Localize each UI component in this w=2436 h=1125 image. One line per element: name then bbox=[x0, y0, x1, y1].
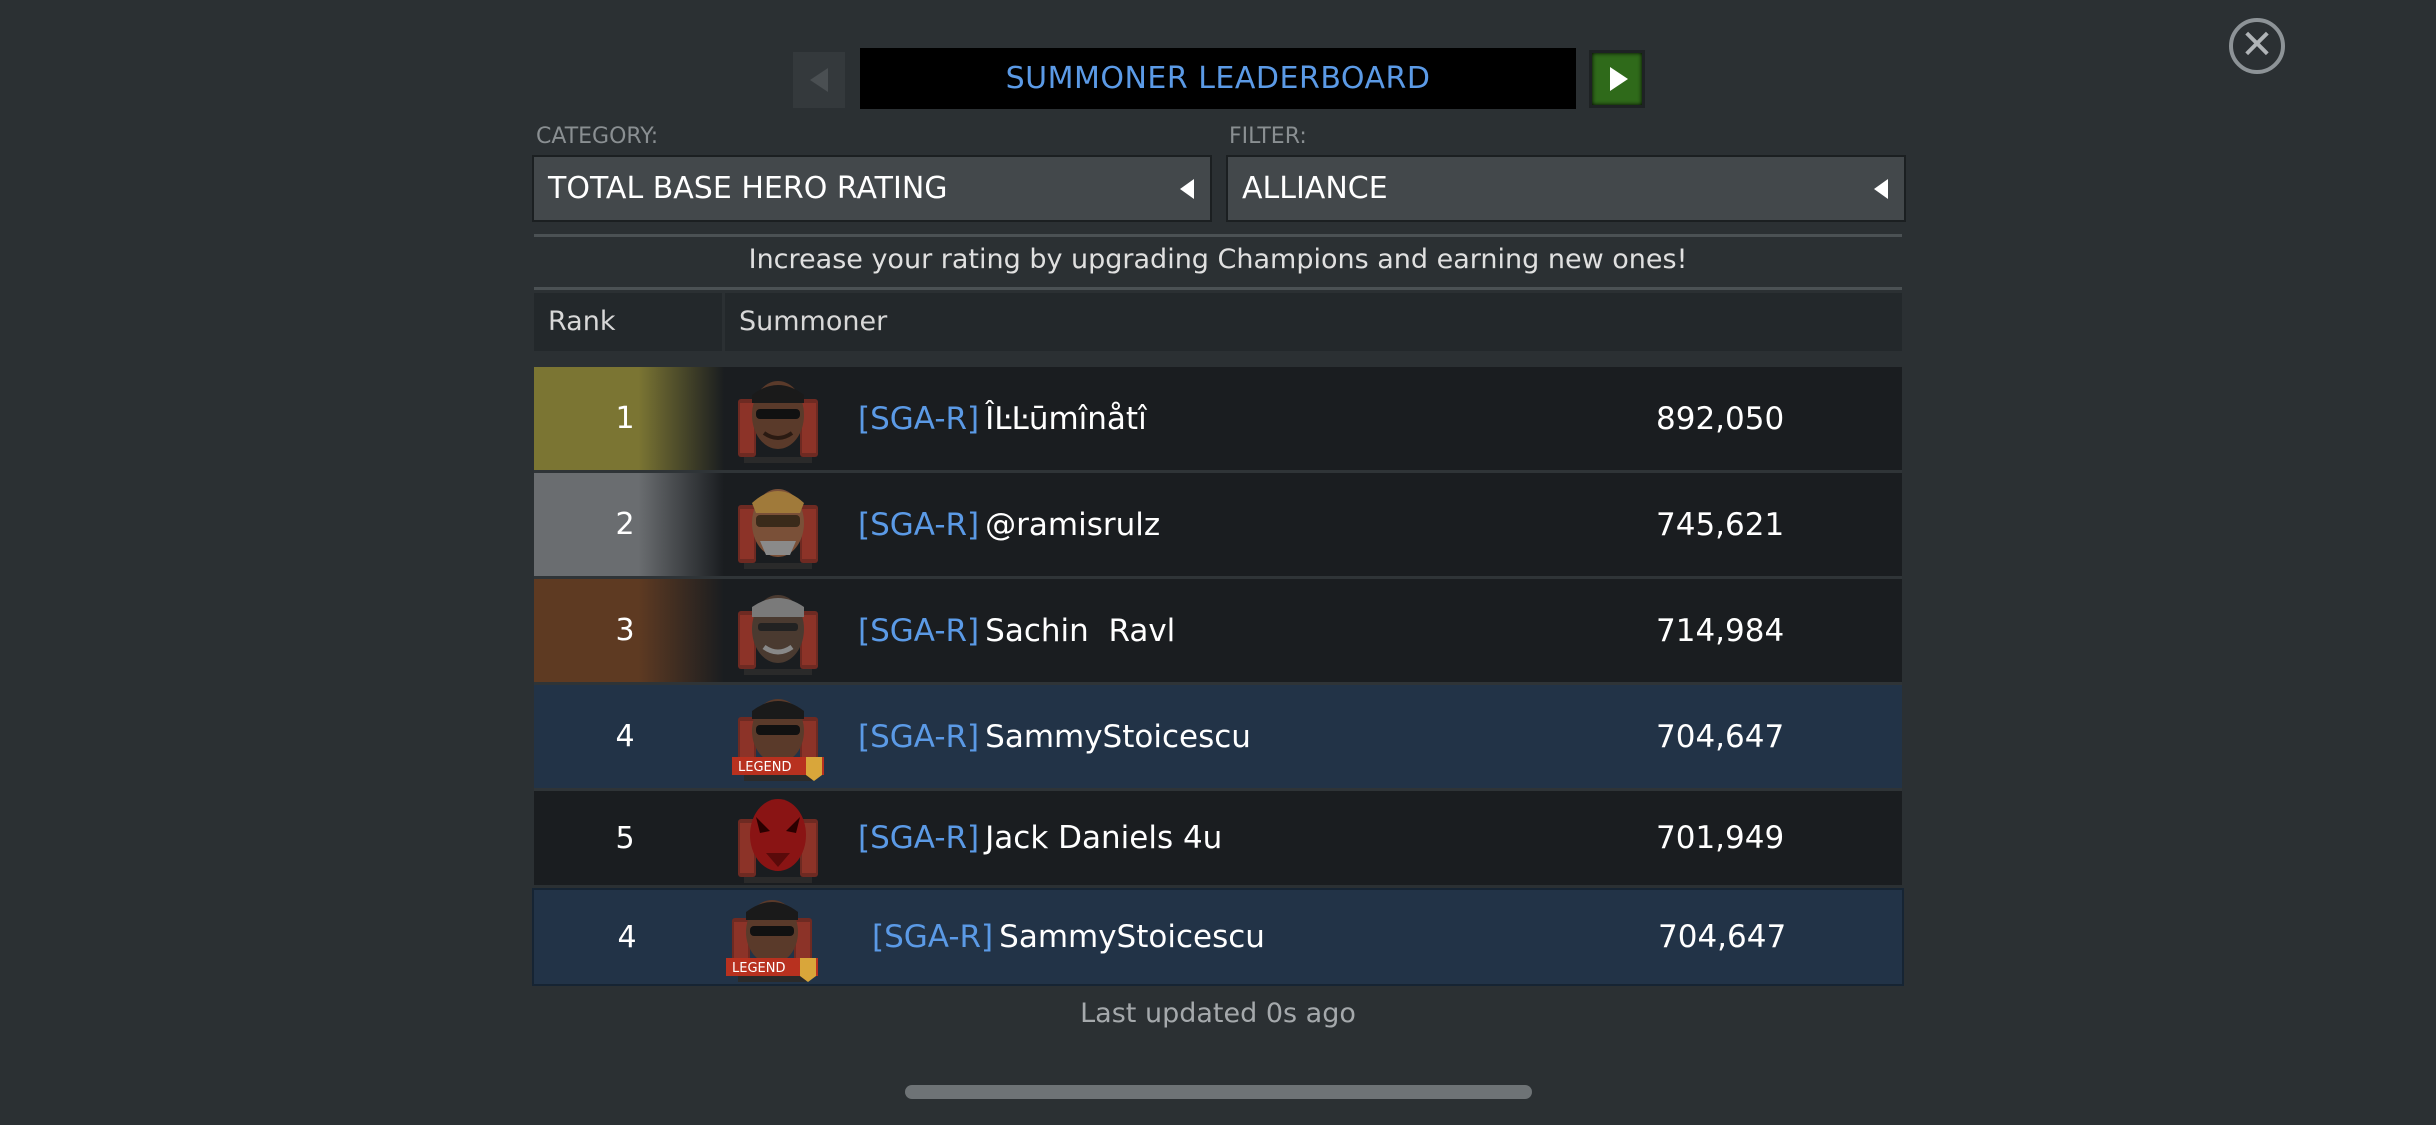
champion-avatar-icon bbox=[738, 595, 818, 675]
category-label: CATEGORY: bbox=[536, 124, 659, 149]
alliance-tag: [SGA-R] bbox=[858, 820, 980, 856]
alliance-tag: [SGA-R] bbox=[858, 506, 980, 543]
next-leaderboard-button[interactable] bbox=[1589, 50, 1645, 108]
rating-value: 745,621 bbox=[1656, 506, 1785, 543]
rating-value: 704,647 bbox=[1658, 919, 1787, 955]
rank-cell: 3 bbox=[534, 579, 724, 682]
column-header-summoner: Summoner bbox=[725, 293, 1902, 351]
summoner-name: [SGA-R] Jack Daniels 4u bbox=[858, 791, 1222, 885]
rank-cell: 4 bbox=[534, 685, 724, 788]
close-button[interactable]: ✕ bbox=[2229, 18, 2285, 74]
player-name: SammyStoicescu bbox=[999, 919, 1265, 955]
champion-avatar-icon bbox=[738, 799, 818, 883]
summoner-name: [SGA-R] Sachin Ravl bbox=[858, 579, 1175, 682]
rank-number: 2 bbox=[615, 507, 635, 542]
alliance-tag: [SGA-R] bbox=[858, 400, 980, 437]
rank-number: 1 bbox=[615, 401, 635, 436]
rank-number: 5 bbox=[615, 820, 635, 856]
leaderboard-row[interactable]: 1 [SGA-R] ÎĿĿūmînåtî 892,050 bbox=[534, 367, 1902, 473]
divider bbox=[534, 234, 1902, 237]
rating-value: 704,647 bbox=[1656, 718, 1785, 755]
rating-value: 701,949 bbox=[1656, 820, 1785, 856]
rating-value: 714,984 bbox=[1656, 612, 1785, 649]
rank-cell: 2 bbox=[534, 473, 724, 576]
close-icon: ✕ bbox=[2240, 21, 2274, 68]
rank-cell: 1 bbox=[534, 367, 724, 470]
champion-avatar-icon bbox=[738, 489, 818, 569]
filter-dropdown[interactable]: ALLIANCE bbox=[1226, 155, 1906, 222]
champion-avatar-icon bbox=[738, 381, 818, 463]
my-rank-row[interactable]: 4 LEGEND [SGA-R] SammyStoicescu 704,647 bbox=[532, 888, 1904, 986]
filter-value: ALLIANCE bbox=[1242, 171, 1388, 206]
leaderboard-row-self[interactable]: 4 LEGEND [SGA-R] SammyStoicescu 704,647 bbox=[534, 685, 1902, 791]
arrow-left-icon bbox=[810, 68, 828, 92]
column-header-rank-text: Rank bbox=[548, 306, 616, 337]
category-value: TOTAL BASE HERO RATING bbox=[548, 171, 948, 206]
player-name: ÎĿĿūmînåtî bbox=[985, 400, 1147, 437]
champion-avatar-icon: LEGEND bbox=[726, 900, 818, 982]
rank-number: 3 bbox=[615, 613, 635, 648]
summoner-name: [SGA-R] @ramisrulz bbox=[858, 473, 1160, 576]
rank-cell: 5 bbox=[534, 791, 724, 885]
leaderboard-row[interactable]: 2 [SGA-R] @ramisrulz 745,621 bbox=[534, 473, 1902, 579]
player-name: SammyStoicescu bbox=[985, 718, 1251, 755]
last-updated-text: Last updated 0s ago bbox=[1080, 998, 1356, 1029]
player-name: Sachin Ravl bbox=[985, 612, 1176, 649]
rank-cell: 4 bbox=[534, 890, 724, 984]
hint-text: Increase your rating by upgrading Champi… bbox=[748, 244, 1688, 275]
alliance-tag: [SGA-R] bbox=[872, 919, 994, 955]
dropdown-arrow-icon bbox=[1180, 178, 1194, 199]
column-header-summoner-text: Summoner bbox=[739, 306, 888, 337]
category-dropdown[interactable]: TOTAL BASE HERO RATING bbox=[532, 155, 1212, 222]
player-name: @ramisrulz bbox=[985, 506, 1161, 543]
dropdown-arrow-icon bbox=[1874, 178, 1888, 199]
legend-badge-text: LEGEND bbox=[732, 961, 785, 976]
horizontal-scrollbar[interactable] bbox=[905, 1085, 1532, 1099]
legend-badge-text: LEGEND bbox=[738, 760, 791, 775]
summoner-name: [SGA-R] SammyStoicescu bbox=[858, 685, 1251, 788]
arrow-right-icon bbox=[1610, 67, 1628, 91]
leaderboard-title: SUMMONER LEADERBOARD bbox=[860, 48, 1576, 109]
column-header-rank: Rank bbox=[534, 293, 722, 351]
rank-number: 4 bbox=[615, 719, 635, 754]
rank-number: 4 bbox=[617, 919, 637, 955]
rating-value: 892,050 bbox=[1656, 400, 1785, 437]
leaderboard-row[interactable]: 5 [SGA-R] Jack Daniels 4u 701,949 bbox=[534, 791, 1902, 885]
summoner-name: [SGA-R] ÎĿĿūmînåtî bbox=[858, 367, 1147, 470]
divider bbox=[534, 287, 1902, 290]
leaderboard-title-text: SUMMONER LEADERBOARD bbox=[1005, 61, 1431, 96]
alliance-tag: [SGA-R] bbox=[858, 718, 980, 755]
player-name: Jack Daniels 4u bbox=[985, 820, 1223, 856]
leaderboard-row[interactable]: 3 [SGA-R] Sachin Ravl 714,984 bbox=[534, 579, 1902, 685]
summoner-name: [SGA-R] SammyStoicescu bbox=[872, 890, 1265, 984]
previous-leaderboard-button[interactable] bbox=[793, 52, 845, 108]
filter-label: FILTER: bbox=[1229, 124, 1307, 149]
alliance-tag: [SGA-R] bbox=[858, 612, 980, 649]
champion-avatar-icon: LEGEND bbox=[732, 699, 824, 781]
